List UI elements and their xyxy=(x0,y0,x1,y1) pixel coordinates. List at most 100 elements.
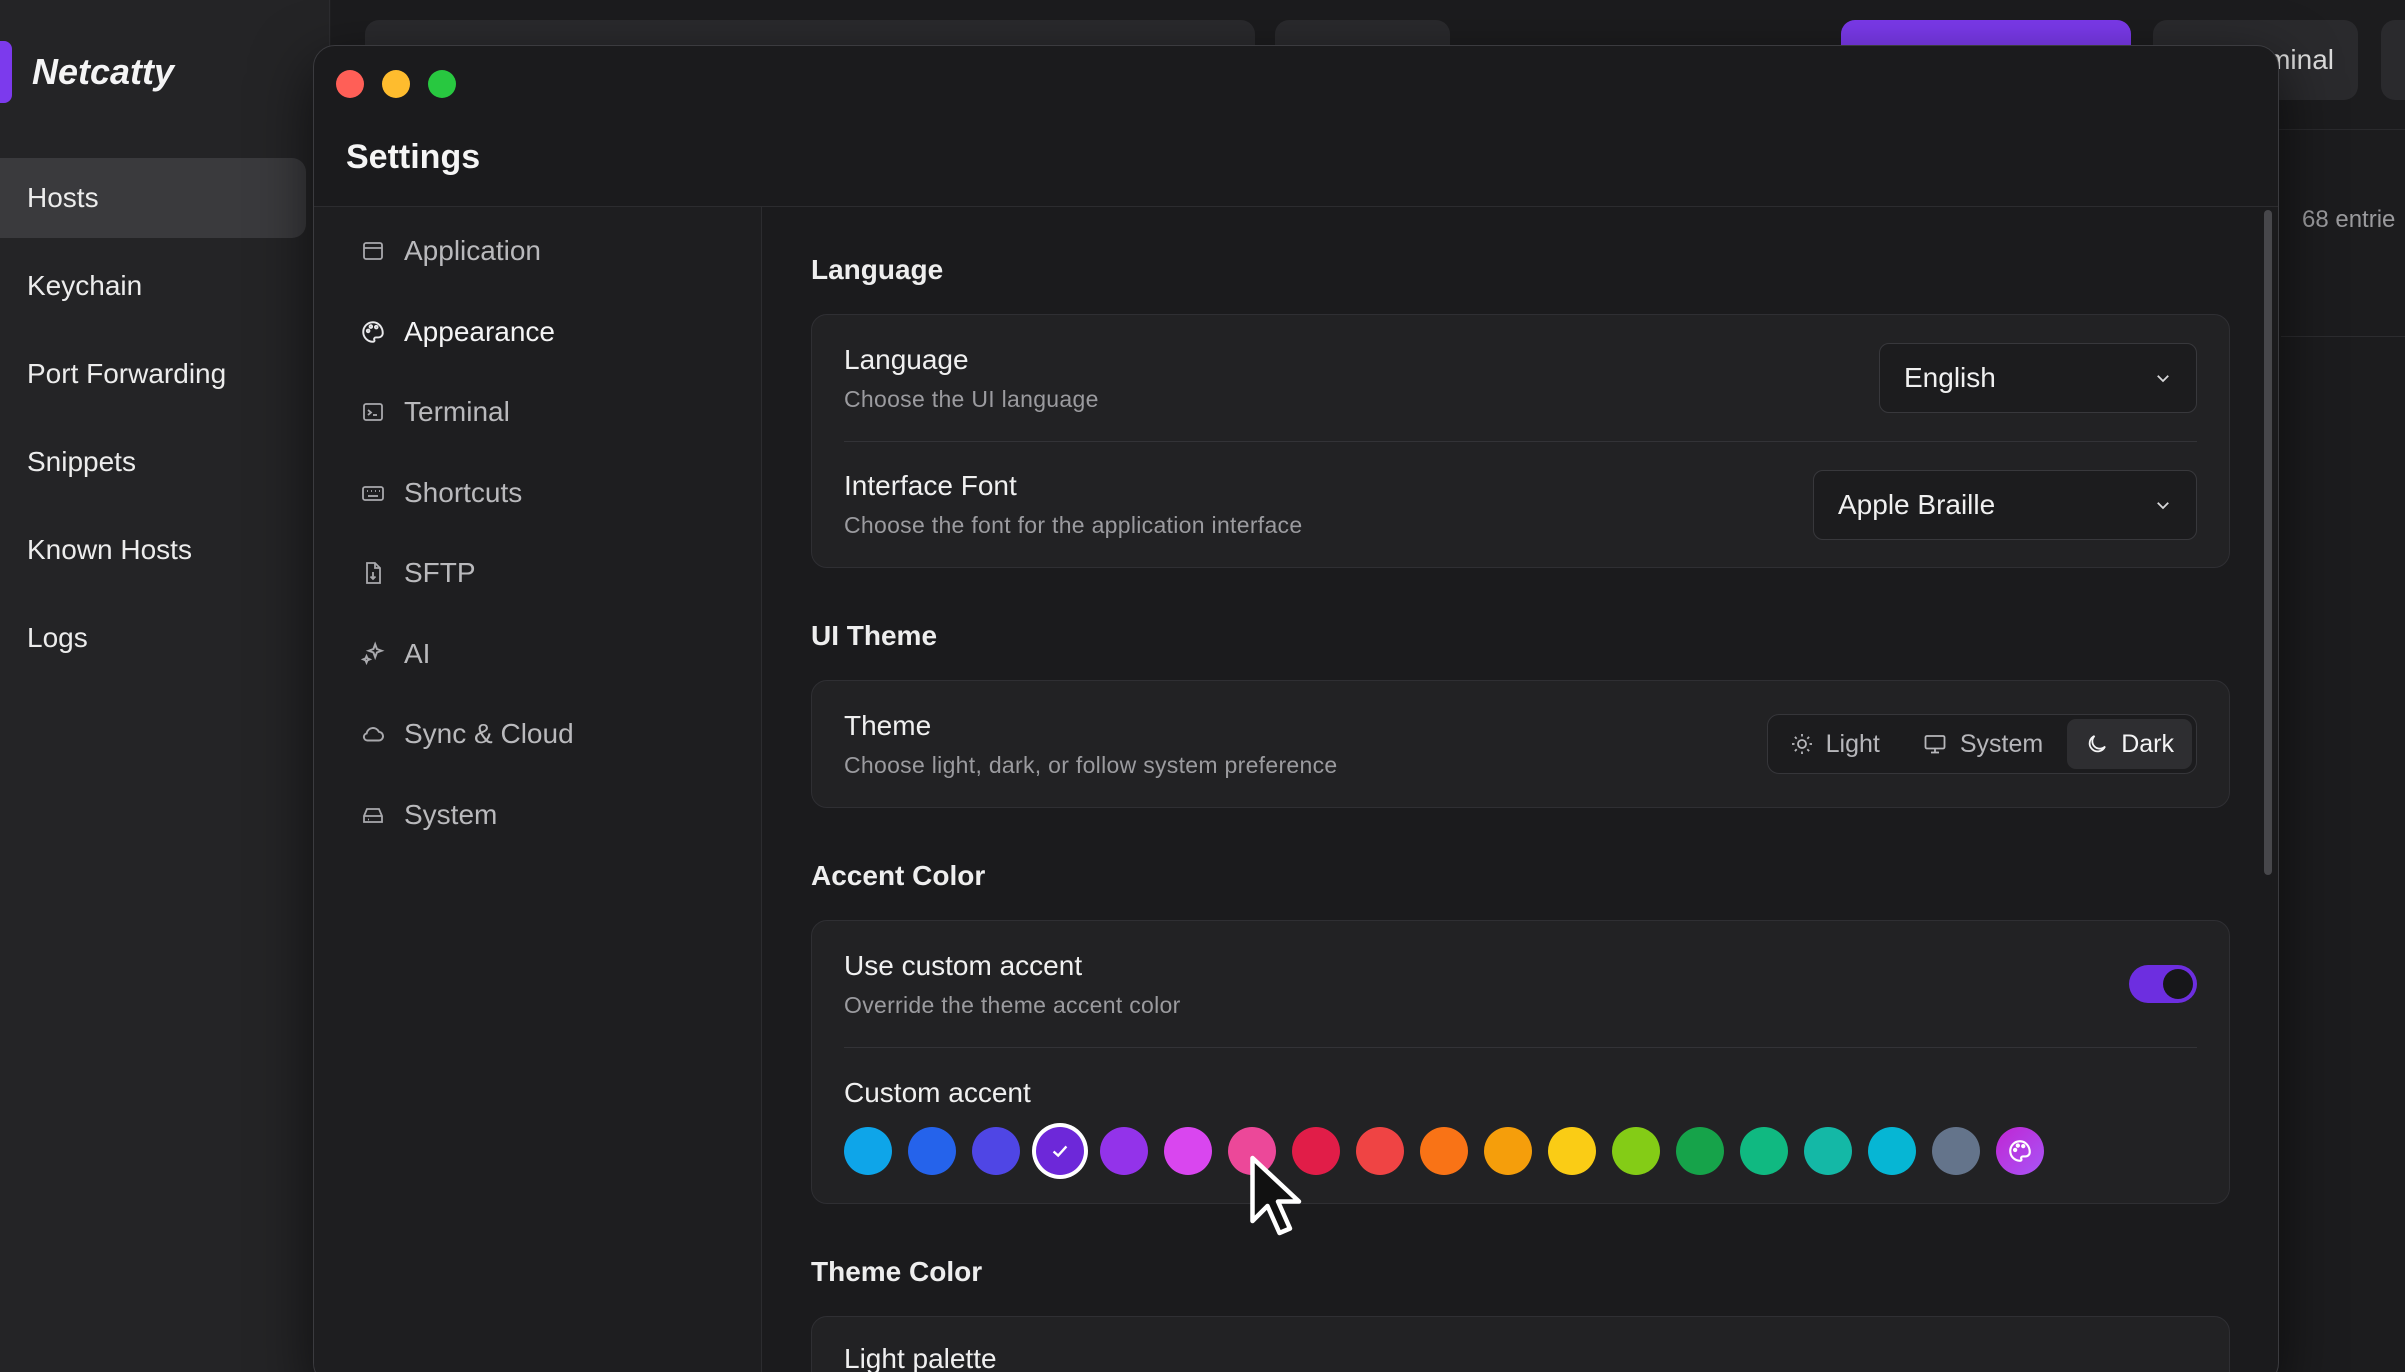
settings-nav-shortcuts[interactable]: Shortcuts xyxy=(314,453,761,534)
nav-item-hosts[interactable]: Hosts xyxy=(0,158,306,238)
window-icon xyxy=(360,238,386,264)
accent-swatch[interactable] xyxy=(1484,1126,1532,1175)
theme-option-light[interactable]: Light xyxy=(1772,719,1898,769)
nav-label: Snippets xyxy=(27,446,136,477)
accent-swatches xyxy=(844,1126,2197,1175)
nav-label: Logs xyxy=(27,622,88,653)
brand: Netcatty xyxy=(0,41,175,103)
accent-swatch[interactable] xyxy=(1740,1126,1788,1175)
nav-label: Port Forwarding xyxy=(27,358,227,389)
language-select[interactable]: English xyxy=(1879,343,2197,413)
settings-nav-system[interactable]: System xyxy=(314,775,761,856)
accent-swatch[interactable] xyxy=(1356,1126,1404,1175)
accent-swatch[interactable] xyxy=(1548,1126,1596,1175)
light-palette-label: Light palette xyxy=(844,1343,997,1372)
accent-swatch[interactable] xyxy=(1804,1126,1852,1175)
close-window-button[interactable] xyxy=(336,70,364,98)
custom-color-picker-swatch[interactable] xyxy=(1996,1126,2044,1175)
theme-color-card: Light palette xyxy=(811,1316,2230,1372)
accent-swatch[interactable] xyxy=(844,1126,892,1175)
main-nav: Hosts Keychain Port Forwarding Snippets … xyxy=(0,158,306,686)
language-description: Choose the UI language xyxy=(844,385,1099,412)
section-title-language: Language xyxy=(811,254,944,285)
accent-swatch[interactable] xyxy=(1420,1126,1468,1175)
accent-swatch[interactable] xyxy=(972,1126,1020,1175)
language-select-value: English xyxy=(1904,362,1996,393)
settings-nav-label: System xyxy=(404,798,498,830)
nav-label: Hosts xyxy=(27,182,99,213)
accent-swatch[interactable] xyxy=(1036,1126,1084,1175)
drive-icon xyxy=(360,802,386,828)
theme-option-label: Light xyxy=(1825,729,1880,758)
app-sidebar: Netcatty Hosts Keychain Port Forwarding … xyxy=(0,0,330,1372)
settings-nav-application[interactable]: Application xyxy=(314,211,761,292)
divider xyxy=(2281,336,2405,337)
interface-font-description: Choose the font for the application inte… xyxy=(844,512,1303,538)
palette-icon xyxy=(360,319,386,345)
nav-item-keychain[interactable]: Keychain xyxy=(0,246,306,326)
sun-icon xyxy=(1791,734,1812,754)
toggle-knob xyxy=(2163,969,2193,999)
nav-item-logs[interactable]: Logs xyxy=(0,598,306,678)
section-title-accent-color: Accent Color xyxy=(811,860,986,891)
more-button[interactable] xyxy=(2381,20,2405,100)
chevron-down-icon xyxy=(2157,375,2169,383)
settings-nav-sync-cloud[interactable]: Sync & Cloud xyxy=(314,694,761,775)
nav-item-known-hosts[interactable]: Known Hosts xyxy=(0,510,306,590)
theme-label: Theme xyxy=(844,709,932,741)
mouse-cursor-icon xyxy=(1250,1155,1302,1236)
cloud-icon xyxy=(360,721,386,747)
moon-icon xyxy=(2088,735,2107,753)
theme-option-system[interactable]: System xyxy=(1904,719,2061,769)
interface-font-select[interactable]: Apple Braille xyxy=(1813,469,2197,540)
settings-nav: Application Appearance Terminal Shortcut… xyxy=(314,207,762,1372)
settings-nav-label: Shortcuts xyxy=(404,476,523,508)
accent-swatch[interactable] xyxy=(1612,1126,1660,1175)
language-card: Language Choose the UI language English … xyxy=(811,314,2230,568)
interface-font-select-value: Apple Braille xyxy=(1838,488,1996,520)
window-controls xyxy=(336,70,456,98)
theme-option-dark[interactable]: Dark xyxy=(2067,719,2192,769)
keyboard-icon xyxy=(360,480,386,506)
use-custom-accent-row: Use custom accent Override the theme acc… xyxy=(844,921,2197,1047)
accent-swatch[interactable] xyxy=(1932,1126,1980,1175)
nav-label: Keychain xyxy=(27,270,143,301)
monitor-icon xyxy=(1924,735,1946,754)
palette-icon xyxy=(2009,1139,2031,1162)
use-custom-accent-description: Override the theme accent color xyxy=(844,991,1181,1018)
minimize-window-button[interactable] xyxy=(382,70,410,98)
settings-nav-label: Terminal xyxy=(404,396,510,428)
settings-scrollbar[interactable] xyxy=(2264,210,2272,875)
check-icon xyxy=(1052,1145,1068,1157)
accent-swatch[interactable] xyxy=(908,1126,956,1175)
custom-accent-row: Custom accent xyxy=(844,1047,2197,1203)
theme-row: Theme Choose light, dark, or follow syst… xyxy=(844,681,2197,807)
language-row: Language Choose the UI language English xyxy=(844,315,2197,441)
settings-nav-terminal[interactable]: Terminal xyxy=(314,372,761,453)
custom-accent-label: Custom accent xyxy=(844,1076,1031,1108)
theme-option-label: Dark xyxy=(2121,729,2174,758)
app-name: Netcatty xyxy=(32,51,175,92)
use-custom-accent-toggle[interactable] xyxy=(2129,965,2197,1003)
settings-nav-label: Application xyxy=(404,235,541,267)
settings-nav-appearance[interactable]: Appearance xyxy=(314,292,761,373)
accent-swatch[interactable] xyxy=(1676,1126,1724,1175)
theme-option-label: System xyxy=(1959,729,2044,758)
sparkles-icon xyxy=(360,641,386,667)
accent-swatch[interactable] xyxy=(1100,1126,1148,1175)
nav-item-snippets[interactable]: Snippets xyxy=(0,422,306,502)
accent-swatch[interactable] xyxy=(1868,1126,1916,1175)
section-title-theme-color: Theme Color xyxy=(811,1256,983,1287)
accent-swatch[interactable] xyxy=(1164,1126,1212,1175)
logo-icon xyxy=(0,41,12,103)
language-label: Language xyxy=(844,343,969,375)
nav-item-port-forwarding[interactable]: Port Forwarding xyxy=(0,334,306,414)
settings-nav-sftp[interactable]: SFTP xyxy=(314,533,761,614)
interface-font-label: Interface Font xyxy=(844,470,1017,501)
window-title: Settings xyxy=(346,138,481,176)
settings-nav-label: AI xyxy=(404,637,431,669)
theme-segmented-control: Light System Dark xyxy=(1766,714,2197,774)
settings-nav-ai[interactable]: AI xyxy=(314,614,761,695)
chevron-down-icon xyxy=(2157,501,2169,509)
zoom-window-button[interactable] xyxy=(428,70,456,98)
